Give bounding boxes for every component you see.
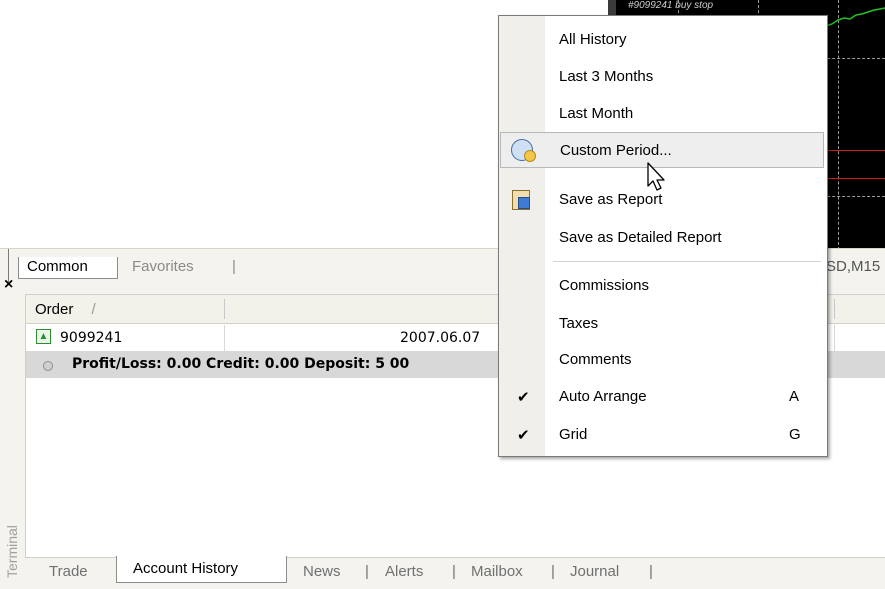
menu-item-taxes[interactable]: Taxes — [499, 306, 827, 342]
tab-common[interactable]: Common — [18, 257, 118, 279]
chart-price-series — [818, 7, 885, 29]
menu-item-last-month[interactable]: Last Month — [499, 96, 827, 132]
order-time-cell: 2007.06.07 — [400, 330, 481, 346]
save-report-icon — [512, 190, 530, 210]
menu-item-label: Custom Period... — [560, 142, 672, 159]
buy-arrow-icon: ▲ — [36, 329, 51, 344]
menu-item-label: Last 3 Months — [559, 68, 654, 85]
menu-item-last-3-months[interactable]: Last 3 Months — [499, 59, 827, 95]
chart-gridline — [838, 0, 839, 250]
column-header-order[interactable]: Order / — [35, 301, 96, 318]
cell-divider — [834, 325, 835, 351]
tab-separator: | — [551, 563, 555, 580]
menu-item-all-history[interactable]: All History — [499, 22, 827, 58]
tab-separator: | — [365, 563, 369, 580]
menu-item-label: Auto Arrange — [559, 388, 647, 405]
menu-item-label: Commissions — [559, 277, 650, 294]
tab-account-history[interactable]: Account History — [116, 556, 287, 583]
terminal-vertical-label: Terminal — [4, 525, 20, 578]
tab-separator: | — [649, 563, 653, 580]
menu-item-comments[interactable]: Comments — [499, 342, 827, 378]
cell-divider — [224, 325, 225, 351]
menu-item-label: All History — [559, 31, 627, 48]
menu-item-shortcut: G — [789, 426, 801, 443]
column-order-label: Order — [35, 301, 74, 318]
order-id-cell: 9099241 — [60, 330, 123, 346]
mouse-pointer-icon — [647, 162, 665, 191]
menu-item-label: Last Month — [559, 105, 634, 122]
context-menu: All History Last 3 Months Last Month Cus… — [498, 15, 828, 457]
menu-separator — [553, 261, 821, 262]
tab-news[interactable]: News — [303, 561, 341, 583]
menu-item-label: Comments — [559, 351, 632, 368]
checkmark-icon: ✔ — [517, 389, 530, 406]
menu-item-shortcut: A — [789, 388, 800, 405]
menu-item-commissions[interactable]: Commissions — [499, 268, 827, 304]
menu-item-auto-arrange[interactable]: ✔ Auto Arrange A — [499, 379, 827, 415]
terminal-tab-strip: Trade Account History News | Alerts | Ma… — [25, 556, 885, 589]
summary-text: Profit/Loss: 0.00 Credit: 0.00 Deposit: … — [72, 356, 410, 372]
tab-separator: | — [452, 563, 456, 580]
checkmark-icon: ✔ — [517, 427, 530, 444]
tab-mailbox[interactable]: Mailbox — [471, 561, 523, 583]
chart-price-line — [818, 150, 885, 151]
chart-symbol-tab[interactable]: SD,M15 — [826, 258, 880, 275]
tab-alerts[interactable]: Alerts — [385, 561, 423, 583]
menu-item-save-as-detailed-report[interactable]: Save as Detailed Report — [499, 220, 827, 256]
menu-item-grid[interactable]: ✔ Grid G — [499, 417, 827, 453]
menu-item-label: Save as Detailed Report — [559, 229, 722, 246]
menu-item-label: Save as Report — [559, 191, 663, 208]
menu-item-label: Taxes — [559, 315, 599, 332]
tab-favorites[interactable]: Favorites — [132, 257, 194, 279]
chart-order-label: #9099241 buy stop — [628, 0, 714, 11]
column-divider[interactable] — [834, 299, 835, 319]
clock-icon — [511, 139, 536, 162]
tab-trade[interactable]: Trade — [49, 561, 88, 583]
column-divider[interactable] — [224, 299, 225, 319]
chart-price-line — [818, 178, 885, 179]
close-icon[interactable]: × — [4, 276, 13, 294]
tab-separator: | — [232, 258, 236, 275]
tab-journal[interactable]: Journal — [570, 561, 619, 583]
menu-item-label: Grid — [559, 426, 588, 443]
summary-status-icon — [43, 361, 53, 371]
sort-indicator-icon: / — [91, 301, 96, 318]
